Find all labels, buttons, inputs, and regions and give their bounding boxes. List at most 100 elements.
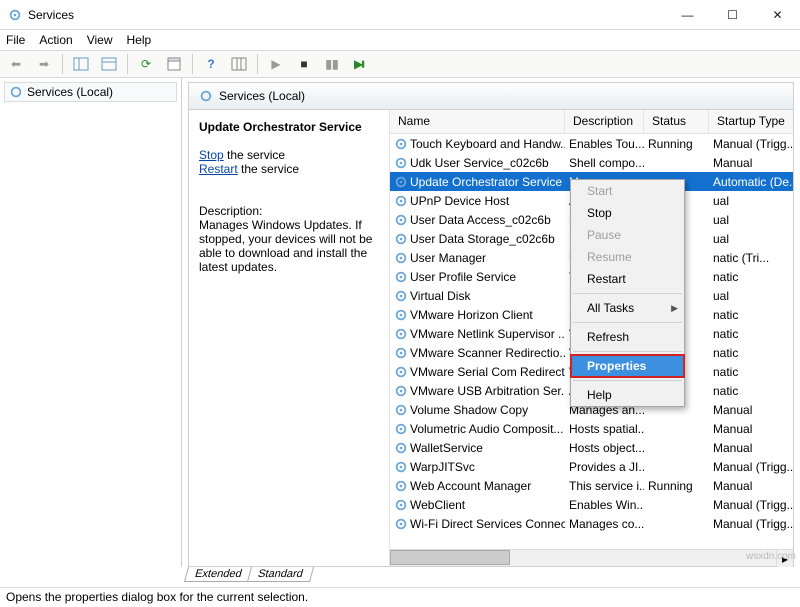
service-startup: natic [709, 270, 793, 284]
submenu-arrow-icon: ▶ [671, 303, 678, 314]
refresh-button[interactable]: ⟳ [134, 53, 158, 75]
service-startup: Manual [709, 403, 793, 417]
scrollbar-thumb[interactable] [390, 550, 510, 565]
menu-view[interactable]: View [87, 33, 113, 47]
service-desc: Enables Win... [565, 498, 644, 512]
service-name: Virtual Disk [410, 289, 470, 303]
gear-icon [394, 251, 408, 265]
description-label: Description: [199, 204, 379, 218]
gear-icon [394, 441, 408, 455]
tab-standard[interactable]: Standard [247, 567, 314, 582]
close-button[interactable]: ✕ [755, 0, 800, 30]
service-startup: Manual [709, 156, 793, 170]
start-service-button[interactable]: ▶ [264, 53, 288, 75]
service-startup: Manual [709, 422, 793, 436]
watermark: wsxdn.com [746, 551, 796, 562]
service-row[interactable]: Volumetric Audio Composit...Hosts spatia… [390, 419, 793, 438]
gear-icon [394, 289, 408, 303]
service-name: Wi-Fi Direct Services Connec... [410, 517, 565, 531]
service-name: VMware Horizon Client [410, 308, 533, 322]
tab-extended[interactable]: Extended [184, 567, 253, 582]
columns-button[interactable] [227, 53, 251, 75]
service-name: User Manager [410, 251, 486, 265]
gear-icon [394, 156, 408, 170]
minimize-button[interactable]: — [665, 0, 710, 30]
show-hide-tree-button[interactable] [69, 53, 93, 75]
ctx-stop[interactable]: Stop [571, 202, 684, 224]
service-startup: Automatic (De... [709, 175, 793, 189]
gear-icon [394, 213, 408, 227]
result-header: Services (Local) [188, 82, 794, 110]
service-row[interactable]: Touch Keyboard and Handw...Enables Tou..… [390, 134, 793, 153]
ctx-help[interactable]: Help [571, 384, 684, 406]
result-header-title: Services (Local) [219, 89, 305, 103]
service-startup: Manual (Trigg... [709, 137, 793, 151]
menu-file[interactable]: File [6, 33, 25, 47]
toolbar: ⬅ ➡ ⟳ ? ▶ ■ ▮▮ ▶❚ [0, 50, 800, 78]
window-buttons: — ☐ ✕ [665, 0, 800, 30]
service-name: WalletService [410, 441, 483, 455]
service-startup: natic [709, 346, 793, 360]
properties-button[interactable] [162, 53, 186, 75]
service-startup: ual [709, 232, 793, 246]
forward-button[interactable]: ➡ [32, 53, 56, 75]
service-desc: This service i... [565, 479, 644, 493]
gear-icon [394, 422, 408, 436]
ctx-pause[interactable]: Pause [571, 224, 684, 246]
menu-action[interactable]: Action [39, 33, 72, 47]
back-button[interactable]: ⬅ [4, 53, 28, 75]
help-button[interactable]: ? [199, 53, 223, 75]
export-list-button[interactable] [97, 53, 121, 75]
restart-service-button[interactable]: ▶❚ [348, 53, 372, 75]
service-startup: ual [709, 213, 793, 227]
ctx-start[interactable]: Start [571, 180, 684, 202]
service-row[interactable]: WebClientEnables Win...Manual (Trigg...L… [390, 495, 793, 514]
menubar: File Action View Help [0, 30, 800, 50]
service-name: User Profile Service [410, 270, 516, 284]
gear-icon [394, 194, 408, 208]
service-desc: Manages co... [565, 517, 644, 531]
col-startup[interactable]: Startup Type [709, 110, 800, 133]
maximize-button[interactable]: ☐ [710, 0, 755, 30]
col-status[interactable]: Status [644, 110, 709, 133]
stop-service-link-line: Stop the service [199, 148, 379, 162]
col-description[interactable]: Description [565, 110, 644, 133]
service-row[interactable]: Web Account ManagerThis service i...Runn… [390, 476, 793, 495]
gear-icon [394, 232, 408, 246]
gear-icon [394, 517, 408, 531]
gear-icon [394, 137, 408, 151]
horizontal-scrollbar[interactable]: ▸ [390, 549, 793, 566]
pause-service-button[interactable]: ▮▮ [320, 53, 344, 75]
service-row[interactable]: Wi-Fi Direct Services Connec...Manages c… [390, 514, 793, 533]
service-startup: ual [709, 194, 793, 208]
service-row[interactable]: WarpJITSvcProvides a JI...Manual (Trigg.… [390, 457, 793, 476]
service-desc: Hosts object... [565, 441, 644, 455]
stop-link[interactable]: Stop [199, 148, 224, 162]
titlebar: Services — ☐ ✕ [0, 0, 800, 30]
col-name[interactable]: Name [390, 110, 565, 133]
ctx-properties[interactable]: Properties [571, 355, 684, 377]
ctx-all-tasks[interactable]: All Tasks▶ [571, 297, 684, 319]
service-name: WebClient [410, 498, 465, 512]
ctx-refresh[interactable]: Refresh [571, 326, 684, 348]
gear-icon [394, 327, 408, 341]
gear-icon [394, 270, 408, 284]
service-name: VMware USB Arbitration Ser... [410, 384, 565, 398]
service-startup: natic (Tri... [709, 251, 793, 265]
gear-icon [394, 308, 408, 322]
service-startup: Manual (Trigg... [709, 517, 793, 531]
service-status: Running [644, 479, 709, 493]
service-name: User Data Access_c02c6b [410, 213, 551, 227]
stop-service-button[interactable]: ■ [292, 53, 316, 75]
service-startup: natic [709, 327, 793, 341]
service-row[interactable]: Udk User Service_c02c6bShell compo...Man… [390, 153, 793, 172]
service-name: Update Orchestrator Service [410, 175, 562, 189]
menu-help[interactable]: Help [127, 33, 152, 47]
gear-icon [394, 365, 408, 379]
ctx-restart[interactable]: Restart [571, 268, 684, 290]
restart-link[interactable]: Restart [199, 162, 238, 176]
ctx-resume[interactable]: Resume [571, 246, 684, 268]
tree-node-services-local[interactable]: Services (Local) [4, 82, 177, 102]
service-row[interactable]: WalletServiceHosts object...ManualLoc [390, 438, 793, 457]
selected-service-name: Update Orchestrator Service [199, 120, 379, 134]
